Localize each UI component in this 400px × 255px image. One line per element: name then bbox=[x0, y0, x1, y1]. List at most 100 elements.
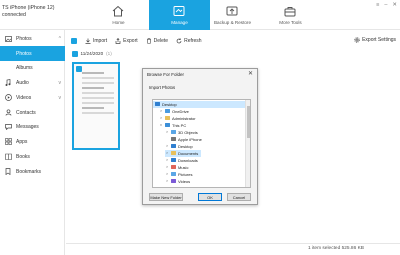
sidebar-item-photos[interactable]: Photos ^ bbox=[0, 31, 65, 46]
sidebar-item-label: Audio bbox=[16, 79, 29, 86]
ok-button[interactable]: OK bbox=[198, 193, 222, 201]
export-label: Export bbox=[123, 37, 138, 44]
tree-item-this-pc[interactable]: v This PC bbox=[159, 122, 186, 129]
sidebar-item-bookmarks[interactable]: Bookmarks bbox=[0, 164, 65, 179]
sidebar-item-apps[interactable]: Apps bbox=[0, 134, 65, 149]
music-note-icon bbox=[5, 79, 11, 86]
tab-more-tools[interactable]: More Tools bbox=[260, 0, 321, 30]
sidebar-item-contacts[interactable]: Contacts bbox=[0, 105, 65, 120]
tree-item-label: Videos bbox=[178, 178, 191, 184]
tree-item-3d-objects[interactable]: > 3D Objects bbox=[165, 129, 198, 136]
close-icon[interactable]: ✕ bbox=[248, 70, 253, 77]
tree-scrollbar[interactable] bbox=[245, 100, 250, 187]
bookmark-icon bbox=[5, 168, 11, 175]
tree-item-label: This PC bbox=[172, 122, 187, 128]
phone-icon bbox=[171, 137, 176, 142]
sidebar: Photos ^ Photos Albums Audio v Videos v … bbox=[0, 30, 65, 255]
scrollbar-thumb[interactable] bbox=[247, 106, 250, 138]
tree-item-desktop-pc[interactable]: > Desktop bbox=[165, 143, 193, 150]
sidebar-item-label: Apps bbox=[16, 138, 28, 145]
folder-tree[interactable]: Desktop > OneDrive > Administrator v Thi… bbox=[152, 99, 251, 188]
export-button[interactable]: Export bbox=[115, 37, 138, 44]
sidebar-item-albums[interactable]: Albums bbox=[0, 60, 65, 75]
cloud-icon bbox=[165, 109, 170, 114]
group-count: (1) bbox=[106, 51, 112, 57]
music-folder-icon bbox=[171, 165, 176, 170]
toolbar: Import Export Delete Refresh Export Sett… bbox=[66, 34, 400, 47]
cube-folder-icon bbox=[171, 130, 176, 135]
tree-item-music[interactable]: > Music bbox=[165, 164, 188, 171]
expand-icon[interactable]: > bbox=[165, 172, 169, 176]
collapse-icon[interactable]: v bbox=[159, 123, 163, 127]
tab-home[interactable]: Home bbox=[88, 0, 149, 30]
message-bubble-icon bbox=[4, 123, 12, 130]
pictures-folder-icon bbox=[171, 172, 176, 177]
checkbox-checked-icon[interactable] bbox=[76, 66, 82, 72]
checkbox-checked-icon[interactable] bbox=[72, 51, 78, 57]
sidebar-item-label: Videos bbox=[16, 94, 32, 101]
minimize-icon[interactable]: – bbox=[384, 2, 387, 8]
chevron-up-icon: ^ bbox=[58, 35, 61, 42]
dialog-title: Browse For Folder bbox=[147, 72, 185, 77]
tree-item-documents[interactable]: > Documents bbox=[165, 150, 202, 157]
menu-icon[interactable]: ≡ bbox=[376, 2, 379, 8]
tree-item-onedrive[interactable]: > OneDrive bbox=[159, 108, 189, 115]
status-bar: 1 item selected 525.86 KB bbox=[66, 243, 400, 255]
delete-button[interactable]: Delete bbox=[146, 38, 168, 44]
expand-icon[interactable]: > bbox=[165, 144, 169, 148]
sidebar-item-photos-sub[interactable]: Photos bbox=[0, 46, 65, 61]
tree-item-label: Downloads bbox=[178, 157, 198, 163]
expand-icon[interactable]: > bbox=[165, 151, 169, 155]
sidebar-item-label: Books bbox=[16, 153, 30, 160]
sidebar-item-books[interactable]: Books bbox=[0, 149, 65, 164]
photo-thumbnail[interactable] bbox=[72, 62, 120, 150]
expand-icon[interactable]: > bbox=[165, 165, 169, 169]
expand-icon[interactable]: > bbox=[165, 158, 169, 162]
backup-restore-icon bbox=[226, 6, 238, 16]
tree-item-label: Desktop bbox=[162, 101, 177, 107]
tab-more-tools-label: More Tools bbox=[279, 20, 302, 25]
window-controls: ≡ – ✕ bbox=[376, 2, 397, 8]
home-icon bbox=[112, 5, 124, 17]
sidebar-item-label: Messages bbox=[16, 123, 39, 130]
make-new-folder-button[interactable]: Make New Folder bbox=[149, 193, 183, 201]
tree-item-desktop[interactable]: Desktop bbox=[153, 101, 246, 108]
expand-icon[interactable]: > bbox=[159, 116, 163, 120]
tree-item-label: Pictures bbox=[178, 171, 193, 177]
select-all-checkbox[interactable] bbox=[66, 37, 77, 44]
sidebar-item-label: Photos bbox=[16, 35, 32, 42]
expand-icon[interactable]: > bbox=[165, 179, 169, 183]
export-settings-button[interactable]: Export Settings bbox=[354, 37, 396, 43]
sidebar-item-audio[interactable]: Audio v bbox=[0, 75, 65, 90]
apps-grid-icon bbox=[4, 138, 12, 145]
expand-icon[interactable]: > bbox=[159, 109, 163, 113]
tree-item-label: Desktop bbox=[178, 143, 193, 149]
refresh-button[interactable]: Refresh bbox=[176, 38, 202, 44]
tree-item-label: Music bbox=[178, 164, 189, 170]
refresh-label: Refresh bbox=[184, 37, 202, 44]
export-settings-label: Export Settings bbox=[362, 37, 396, 43]
tree-item-administrator[interactable]: > Administrator bbox=[159, 115, 196, 122]
tree-item-pictures[interactable]: > Pictures bbox=[165, 171, 192, 178]
import-button[interactable]: Import bbox=[85, 38, 107, 44]
sidebar-item-videos[interactable]: Videos v bbox=[0, 90, 65, 105]
tree-item-label: Administrator bbox=[172, 115, 196, 121]
tree-item-apple-iphone[interactable]: Apple iPhone bbox=[165, 136, 202, 143]
sidebar-item-label: Photos bbox=[16, 50, 32, 57]
tree-item-downloads[interactable]: > Downloads bbox=[165, 157, 198, 164]
group-date: 11/24/2020 bbox=[80, 51, 104, 57]
expand-icon[interactable]: > bbox=[165, 130, 169, 134]
documents-folder-icon bbox=[171, 151, 176, 156]
import-icon bbox=[85, 38, 91, 44]
close-icon[interactable]: ✕ bbox=[392, 2, 397, 8]
tree-item-videos[interactable]: > Videos bbox=[165, 178, 190, 185]
tab-manage[interactable]: Manage bbox=[149, 0, 210, 30]
tab-backup-restore[interactable]: Backup & Restore bbox=[202, 0, 263, 30]
tree-item-label: Documents bbox=[178, 150, 199, 156]
checkbox-checked-icon bbox=[71, 37, 77, 44]
sidebar-item-messages[interactable]: Messages bbox=[0, 119, 65, 134]
date-group-header: 11/24/2020 (1) bbox=[72, 51, 112, 57]
cancel-button[interactable]: Cancel bbox=[227, 193, 251, 201]
desktop-folder-icon bbox=[155, 102, 160, 107]
screenshot-preview bbox=[82, 72, 114, 117]
